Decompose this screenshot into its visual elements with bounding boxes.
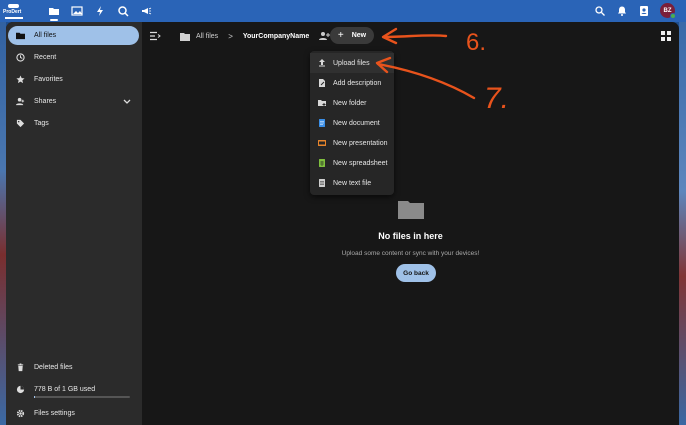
- megaphone-icon[interactable]: [140, 5, 152, 17]
- main-content: All files > YourCompanyName + New Upload…: [142, 22, 679, 425]
- storage-label: 778 B of 1 GB used: [34, 386, 96, 393]
- menu-item-label: Add description: [333, 79, 382, 87]
- empty-state-subtitle: Upload some content or sync with your de…: [341, 250, 480, 257]
- sidebar-item-tags[interactable]: Tags: [8, 114, 139, 133]
- presentation-icon: [318, 139, 326, 147]
- gear-icon: [15, 409, 25, 419]
- trash-icon: [15, 363, 25, 373]
- menu-item-new-spreadsheet[interactable]: New spreadsheet: [310, 153, 394, 173]
- tag-icon: [15, 119, 25, 129]
- files-app-icon[interactable]: [48, 5, 60, 21]
- sidebar-item-shares[interactable]: Shares: [8, 92, 139, 111]
- menu-item-upload-files[interactable]: Upload files: [310, 53, 394, 73]
- menu-item-label: Upload files: [333, 59, 370, 67]
- menu-item-label: New text file: [333, 179, 372, 187]
- search-icon[interactable]: [594, 5, 606, 17]
- sidebar-item-favorites[interactable]: Favorites: [8, 70, 139, 89]
- star-icon: [15, 75, 25, 85]
- sidebar-item-label: All files: [34, 32, 57, 39]
- menu-item-new-presentation[interactable]: New presentation: [310, 133, 394, 153]
- desktop-background-right: [679, 0, 686, 425]
- bell-icon[interactable]: [616, 5, 628, 17]
- menu-item-add-description[interactable]: Add description: [310, 73, 394, 93]
- new-button-label: New: [351, 32, 367, 39]
- menu-item-label: New folder: [333, 99, 367, 107]
- storage-progress-bar: [34, 396, 130, 398]
- sidebar-item-label: Favorites: [34, 76, 63, 83]
- grid-view-icon[interactable]: [661, 31, 671, 41]
- new-button[interactable]: + New: [330, 27, 374, 44]
- search-icon[interactable]: [117, 5, 129, 17]
- sidebar-item-all-files[interactable]: All files: [8, 26, 139, 45]
- go-back-button[interactable]: Go back: [396, 264, 436, 282]
- spreadsheet-icon: [318, 159, 326, 167]
- deleted-files-label: Deleted files: [34, 364, 73, 371]
- file-edit-icon: [318, 79, 326, 87]
- breadcrumb-all-files[interactable]: All files: [196, 33, 218, 40]
- menu-item-new-folder[interactable]: New folder: [310, 93, 394, 113]
- lightning-icon[interactable]: [94, 5, 106, 17]
- logo-text: ProDert: [3, 9, 22, 15]
- image-icon[interactable]: [71, 5, 83, 17]
- document-icon: [318, 119, 326, 127]
- sidebar-item-files-settings[interactable]: Files settings: [8, 404, 139, 423]
- menu-item-label: New document: [333, 119, 380, 127]
- breadcrumb-separator: >: [228, 31, 233, 41]
- empty-folder-icon: [398, 199, 424, 219]
- empty-state-title: No files in here: [378, 231, 443, 241]
- files-window: All files Recent Favorites Shares Tags D…: [6, 22, 679, 425]
- share-user-icon[interactable]: [319, 31, 331, 41]
- history-icon: [15, 53, 25, 63]
- text-file-icon: [318, 179, 326, 187]
- menu-item-new-text-file[interactable]: New text file: [310, 173, 394, 193]
- chevron-down-icon[interactable]: [122, 96, 132, 106]
- folder-plus-icon: [318, 99, 326, 107]
- menu-item-label: New presentation: [333, 139, 388, 147]
- online-status-dot: [670, 13, 676, 19]
- plus-icon: +: [337, 30, 344, 41]
- toggle-navigation-icon[interactable]: [150, 31, 161, 41]
- contacts-icon[interactable]: [638, 5, 650, 17]
- folder-icon[interactable]: [180, 32, 190, 41]
- pie-chart-icon: [15, 385, 25, 395]
- sidebar-item-recent[interactable]: Recent: [8, 48, 139, 67]
- upload-icon: [318, 59, 326, 67]
- sidebar: All files Recent Favorites Shares Tags D…: [6, 22, 142, 425]
- menu-item-new-document[interactable]: New document: [310, 113, 394, 133]
- breadcrumb-current-folder[interactable]: YourCompanyName: [243, 33, 309, 40]
- user-avatar[interactable]: BZ: [660, 3, 676, 19]
- sidebar-item-label: Recent: [34, 54, 57, 61]
- new-menu: Upload files Add description New folder …: [310, 51, 394, 195]
- app-logo[interactable]: ProDert: [3, 2, 25, 20]
- sidebar-item-label: Shares: [34, 98, 57, 105]
- folder-icon: [15, 31, 25, 41]
- share-icon: [15, 97, 25, 107]
- breadcrumb: All files > YourCompanyName: [180, 27, 336, 45]
- menu-item-label: New spreadsheet: [333, 159, 388, 167]
- sidebar-item-label: Tags: [34, 120, 49, 127]
- files-settings-label: Files settings: [34, 410, 75, 417]
- sidebar-item-deleted-files[interactable]: Deleted files: [8, 358, 139, 377]
- top-header: ProDert BZ: [0, 0, 686, 22]
